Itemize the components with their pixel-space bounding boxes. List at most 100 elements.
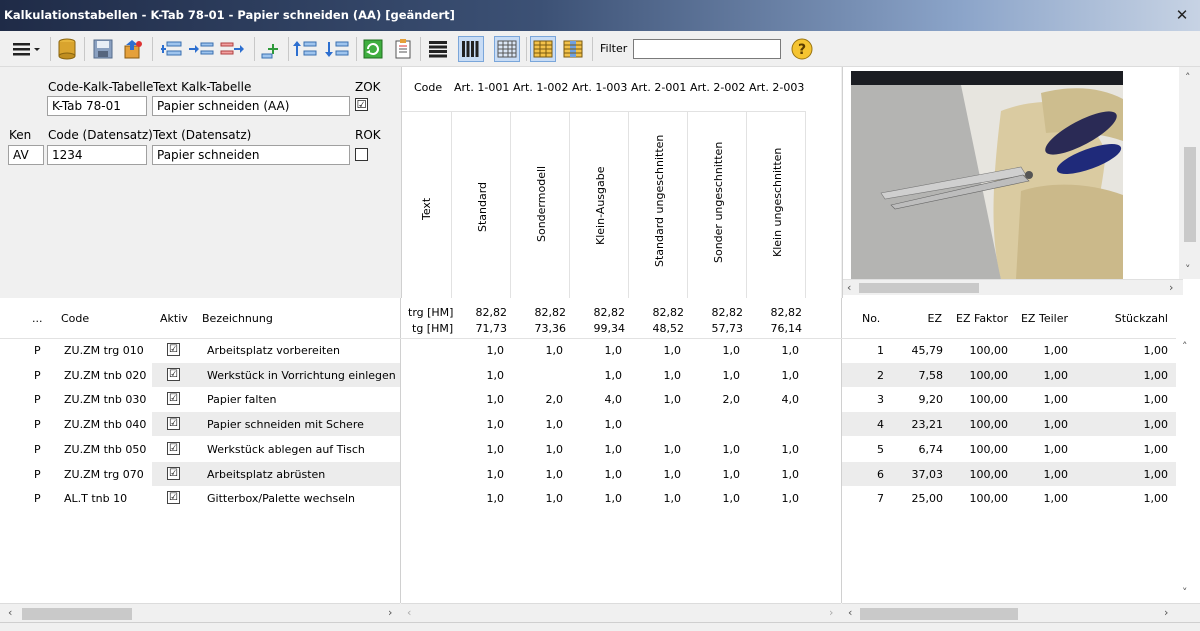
row-article-value[interactable]: 1,0: [688, 468, 741, 481]
column-view-icon[interactable]: [458, 36, 484, 62]
row-article-value[interactable]: 1,0: [629, 443, 682, 456]
grid-view-icon[interactable]: [494, 36, 520, 62]
row-article-value[interactable]: 4,0: [747, 393, 800, 406]
image-vscroll-thumb[interactable]: [1184, 147, 1196, 242]
row-article-value[interactable]: 1,0: [747, 344, 800, 357]
rok-checkbox[interactable]: [355, 148, 368, 161]
col-header-dots[interactable]: ...: [32, 312, 43, 325]
list-view-icon[interactable]: [425, 36, 451, 62]
col-header-bezeichnung[interactable]: Bezeichnung: [202, 312, 273, 325]
close-icon[interactable]: ✕: [1172, 0, 1192, 31]
article-col-code[interactable]: Art. 2-002: [690, 81, 745, 94]
row-article-value[interactable]: 1,0: [452, 344, 505, 357]
row-article-value[interactable]: 1,0: [452, 418, 505, 431]
row-aktiv-checkbox[interactable]: ☑: [167, 343, 180, 356]
row-article-value[interactable]: 1,0: [629, 492, 682, 505]
row-article-value[interactable]: 1,0: [570, 369, 623, 382]
export-icon[interactable]: [120, 36, 146, 62]
article-col-code[interactable]: Art. 2-001: [631, 81, 686, 94]
row-article-value[interactable]: 1,0: [629, 344, 682, 357]
scroll-right-icon[interactable]: ›: [1164, 606, 1168, 619]
text-kalk-field[interactable]: Papier schneiden (AA): [152, 96, 350, 116]
row-article-value[interactable]: 1,0: [570, 344, 623, 357]
row-aktiv-checkbox[interactable]: ☑: [167, 392, 180, 406]
row-article-value[interactable]: 1,0: [570, 443, 623, 456]
row-article-value[interactable]: 1,0: [452, 468, 505, 481]
col-header-aktiv[interactable]: Aktiv: [160, 312, 188, 325]
row-article-value[interactable]: 1,0: [511, 492, 564, 505]
scroll-right-icon[interactable]: ›: [388, 606, 392, 619]
row-article-value[interactable]: 1,0: [511, 344, 564, 357]
row-aktiv-checkbox[interactable]: ☑: [167, 367, 180, 381]
left-hscrollbar[interactable]: ‹ ›: [0, 603, 400, 622]
code-ds-field[interactable]: 1234: [47, 145, 147, 165]
row-article-value[interactable]: 1,0: [629, 369, 682, 382]
col-header-code[interactable]: Code: [61, 312, 89, 325]
save-icon[interactable]: [90, 36, 116, 62]
table-row[interactable]: P ZU.ZM tnb 030 ☑ Papier falten 1,0 2,0 4,0 1,0…: [0, 387, 1200, 411]
scroll-down-icon[interactable]: ˅: [1182, 586, 1188, 599]
refresh-icon[interactable]: [360, 36, 386, 62]
table-row[interactable]: P ZU.ZM thb 050 ☑ Werkstück ablegen auf Tis…: [0, 437, 1200, 461]
right-hscroll-thumb[interactable]: [860, 608, 1018, 620]
article-col-code[interactable]: Art. 1-002: [513, 81, 568, 94]
ken-field[interactable]: AV: [8, 145, 44, 165]
database-icon[interactable]: [54, 36, 80, 62]
table-row[interactable]: P ZU.ZM trg 070 ☑ Arbeitsplatz abrüsten 1,0 1…: [0, 461, 1200, 486]
scroll-right-icon[interactable]: ›: [1169, 281, 1173, 294]
row-article-value[interactable]: 1,0: [570, 492, 623, 505]
row-article-value[interactable]: 1,0: [688, 369, 741, 382]
scroll-left-icon[interactable]: ‹: [847, 281, 851, 294]
row-article-value[interactable]: 1,0: [747, 492, 800, 505]
row-article-value[interactable]: 1,0: [747, 468, 800, 481]
row-article-value[interactable]: 1,0: [511, 443, 564, 456]
col-header-ez-faktor[interactable]: EZ Faktor: [950, 312, 1008, 325]
indent-icon[interactable]: [188, 36, 214, 62]
col-header-stueckzahl[interactable]: Stückzahl: [1090, 312, 1168, 325]
text-ds-field[interactable]: Papier schneiden: [152, 145, 350, 165]
row-aktiv-checkbox[interactable]: ☑: [167, 441, 180, 455]
move-down-icon[interactable]: [324, 36, 350, 62]
report-icon[interactable]: [390, 36, 416, 62]
insert-row-icon[interactable]: [158, 36, 184, 62]
table-row[interactable]: P ZU.ZM thb 040 ☑ Papier schneiden mit Sche…: [0, 412, 1200, 437]
move-up-icon[interactable]: [292, 36, 318, 62]
scroll-left-icon[interactable]: ‹: [407, 606, 411, 619]
zok-checkbox[interactable]: ☑: [355, 98, 368, 111]
table-row[interactable]: P AL.T tnb 10 ☑ Gitterbox/Palette wechseln 1…: [0, 486, 1200, 510]
row-article-value[interactable]: 2,0: [688, 393, 741, 406]
row-article-value[interactable]: 1,0: [629, 393, 682, 406]
row-article-value[interactable]: 4,0: [570, 393, 623, 406]
highlight-view-icon[interactable]: [530, 36, 556, 62]
right-hscrollbar[interactable]: ‹ ›: [842, 603, 1200, 622]
row-article-value[interactable]: 1,0: [688, 443, 741, 456]
table-row[interactable]: P ZU.ZM tnb 020 ☑ Werkstück in Vorrichtung …: [0, 362, 1200, 387]
article-col-code[interactable]: Art. 1-001: [454, 81, 509, 94]
filter-input[interactable]: [633, 39, 781, 59]
row-article-value[interactable]: 1,0: [747, 443, 800, 456]
scroll-up-icon[interactable]: ˄: [1185, 71, 1191, 84]
image-hscrollbar[interactable]: ‹ ›: [843, 279, 1183, 295]
grid-vscrollbar[interactable]: ˄ ˅: [1176, 338, 1200, 603]
row-article-value[interactable]: 1,0: [688, 344, 741, 357]
row-article-value[interactable]: 1,0: [629, 468, 682, 481]
row-article-value[interactable]: 1,0: [570, 418, 623, 431]
article-col-code[interactable]: Art. 2-003: [749, 81, 804, 94]
outdent-icon[interactable]: [220, 36, 246, 62]
col-header-ez-teiler[interactable]: EZ Teiler: [1015, 312, 1068, 325]
row-article-value[interactable]: 1,0: [511, 468, 564, 481]
image-hscroll-thumb[interactable]: [859, 283, 979, 293]
row-article-value[interactable]: 1,0: [511, 418, 564, 431]
scroll-down-icon[interactable]: ˅: [1185, 263, 1191, 276]
col-header-no[interactable]: No.: [862, 312, 880, 325]
row-article-value[interactable]: 1,0: [452, 393, 505, 406]
article-col-code[interactable]: Art. 1-003: [572, 81, 627, 94]
row-aktiv-checkbox[interactable]: ☑: [167, 466, 180, 480]
row-article-value[interactable]: 1,0: [747, 369, 800, 382]
row-article-value[interactable]: 2,0: [511, 393, 564, 406]
row-article-value[interactable]: 1,0: [688, 492, 741, 505]
row-article-value[interactable]: 1,0: [452, 443, 505, 456]
row-aktiv-checkbox[interactable]: ☑: [167, 417, 180, 431]
col-header-ez[interactable]: EZ: [902, 312, 943, 325]
table-row[interactable]: P ZU.ZM trg 010 ☑ Arbeitsplatz vorbereiten 1…: [0, 338, 1200, 362]
